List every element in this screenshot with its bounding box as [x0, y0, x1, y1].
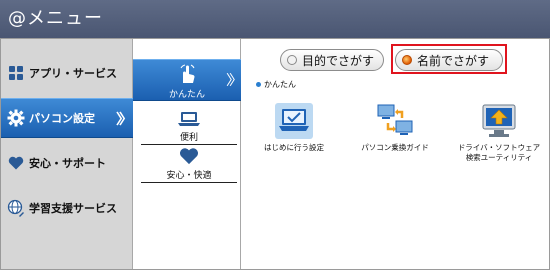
laptop-icon: [177, 111, 201, 130]
highlight-frame: [391, 44, 507, 74]
pc-transfer-icon: [376, 103, 414, 139]
subcategory-column: かんたん 〉〉 便利 安心・快適: [133, 39, 243, 269]
globe-icon: [7, 199, 25, 217]
subcategory-easy[interactable]: かんたん 〉〉: [133, 59, 243, 101]
subcategory-label: かんたん: [168, 90, 205, 100]
category-safety-support[interactable]: 安心・サポート: [1, 143, 133, 183]
app-label: はじめに行う設定: [264, 143, 324, 152]
window-title: @メニュー: [0, 0, 550, 38]
radio-off-icon: [287, 55, 297, 65]
search-by-purpose-label: 目的でさがす: [302, 53, 375, 68]
main-frame: アプリ・サービス パソコン設定 〉〉 安心・サポート 学習支援サービス かんたん…: [0, 38, 550, 270]
category-label: 学習支援サービス: [29, 202, 117, 215]
gear-icon: [7, 109, 25, 127]
app-label: パソコン乗換ガイド: [361, 143, 429, 152]
category-label: アプリ・サービス: [29, 67, 117, 80]
heart-icon: [179, 147, 199, 168]
category-learning-support[interactable]: 学習支援サービス: [1, 188, 133, 228]
bullet-icon: [256, 82, 261, 87]
category-pc-settings[interactable]: パソコン設定 〉〉: [1, 98, 133, 138]
subcategory-label: 便利: [141, 130, 237, 145]
chevron-right-icon: 〉〉: [116, 112, 133, 128]
search-by-purpose-button[interactable]: 目的でさがす: [280, 49, 384, 71]
app-pc-transfer-guide[interactable]: パソコン乗換ガイド: [354, 103, 436, 153]
section-heading: かんたん: [256, 79, 296, 90]
content-area: 目的でさがす 名前でさがす かんたん はじめに行う設定 パソコン乗換ガイド ドラ…: [242, 39, 549, 269]
subcategory-label: 安心・快適: [141, 168, 237, 183]
app-label-line1: ドライバ・ソフトウェア: [457, 143, 541, 152]
subcategory-safety-comfort[interactable]: 安心・快適: [139, 147, 239, 183]
section-label-text: かんたん: [264, 80, 296, 89]
app-label: ドライバ・ソフトウェア 検索ユーティリティ: [458, 143, 540, 163]
app-label-line2: 検索ユーティリティ: [465, 153, 533, 162]
category-label: パソコン設定: [29, 112, 95, 125]
apps-grid-icon: [7, 64, 25, 82]
category-label: 安心・サポート: [29, 157, 106, 170]
category-apps-services[interactable]: アプリ・サービス: [1, 53, 133, 93]
laptop-check-icon: [275, 103, 313, 139]
monitor-upload-icon: [480, 103, 518, 139]
pointing-hand-icon: [176, 64, 198, 87]
app-initial-setup[interactable]: はじめに行う設定: [256, 103, 332, 153]
chevron-right-icon: 〉〉: [226, 73, 243, 89]
category-sidebar: アプリ・サービス パソコン設定 〉〉 安心・サポート 学習支援サービス: [1, 39, 133, 269]
subcategory-convenient[interactable]: 便利: [139, 111, 239, 145]
app-driver-software-search[interactable]: ドライバ・ソフトウェア 検索ユーティリティ: [454, 103, 544, 163]
heart-icon: [7, 154, 25, 172]
